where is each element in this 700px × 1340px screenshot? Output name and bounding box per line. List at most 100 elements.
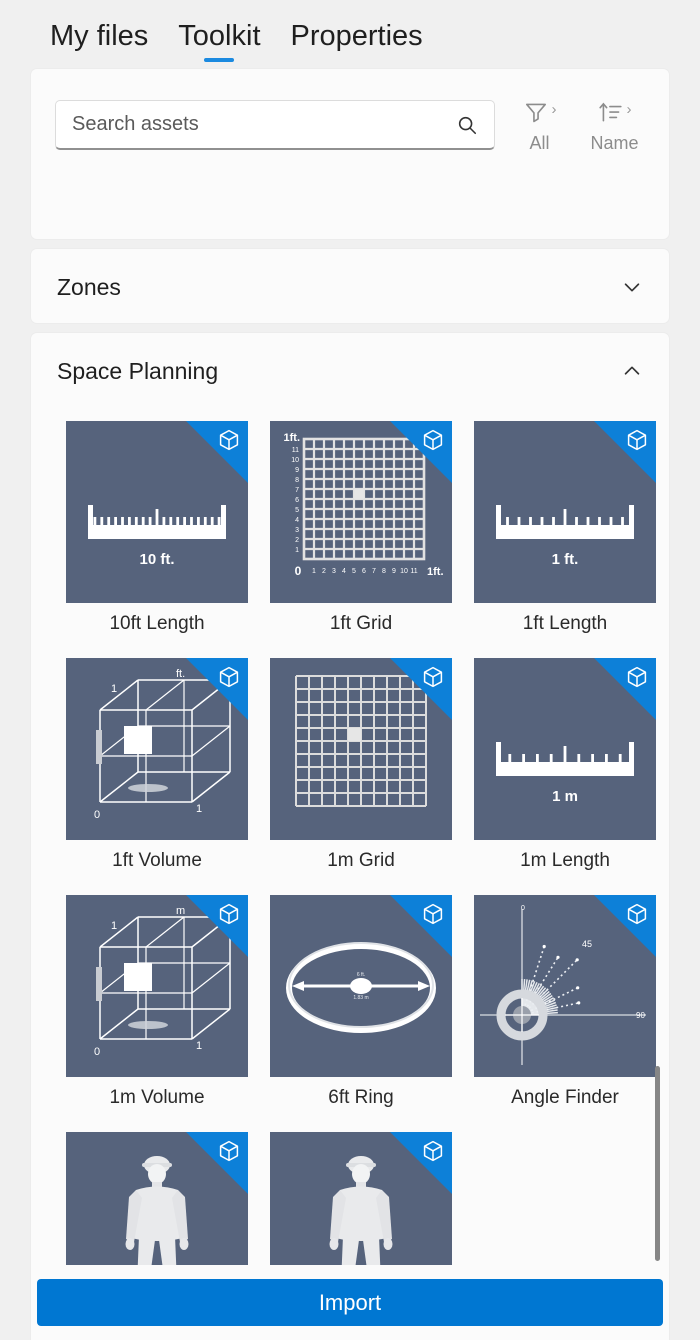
tab-properties[interactable]: Properties xyxy=(291,18,423,68)
svg-text:11: 11 xyxy=(410,568,417,575)
svg-text:5: 5 xyxy=(352,568,356,575)
tab-my-files[interactable]: My files xyxy=(50,18,148,68)
asset-tile[interactable]: 10 ft. 10ft Length xyxy=(66,421,248,636)
svg-text:0: 0 xyxy=(94,809,100,821)
cube-3d-icon xyxy=(627,429,647,451)
asset-grid: 10 ft. 10ft Length 1ft. 1ft. 0 1 2 3 4 5 6 7 8 9 10 11 1… xyxy=(31,421,669,1272)
import-button[interactable]: Import xyxy=(37,1279,663,1326)
svg-text:0: 0 xyxy=(94,1046,100,1058)
asset-thumbnail[interactable] xyxy=(270,658,452,840)
svg-text:7: 7 xyxy=(372,568,376,575)
asset-thumbnail[interactable]: 1 m 0 1 xyxy=(66,895,248,1077)
sort-label: Name xyxy=(590,133,639,153)
search-box[interactable] xyxy=(55,100,495,150)
section-space-planning-header[interactable]: Space Planning xyxy=(31,333,669,409)
cube-3d-icon xyxy=(219,429,239,451)
asset-thumbnail[interactable] xyxy=(66,1132,248,1272)
asset-tile[interactable]: 1ft. 1ft. 0 1 2 3 4 5 6 7 8 9 10 11 1 2 3 4 5 6 7 8 9 10 11 1ft G… xyxy=(270,421,452,636)
cube-3d-icon xyxy=(423,1140,443,1162)
svg-text:1.83 m: 1.83 m xyxy=(353,995,368,1001)
svg-text:4: 4 xyxy=(342,568,346,575)
asset-label: 1m Grid xyxy=(327,850,395,871)
asset-thumbnail[interactable]: 6 ft. 1.83 m xyxy=(270,895,452,1077)
svg-text:3: 3 xyxy=(332,568,336,575)
asset-label: Angle Finder xyxy=(511,1087,619,1108)
tab-toolkit[interactable]: Toolkit xyxy=(178,18,261,68)
svg-text:1ft.: 1ft. xyxy=(284,432,301,444)
svg-text:1: 1 xyxy=(196,1040,202,1052)
svg-text:0: 0 xyxy=(295,564,302,578)
asset-thumbnail[interactable]: 1 ft. 0 1 xyxy=(66,658,248,840)
asset-grid-scrollbar[interactable] xyxy=(652,421,662,1261)
svg-text:90: 90 xyxy=(636,1011,645,1020)
asset-thumbnail[interactable]: 0 45 90 xyxy=(474,895,656,1077)
cube-3d-icon xyxy=(219,666,239,688)
search-icon xyxy=(458,116,477,134)
tab-label: My files xyxy=(50,20,149,52)
svg-text:1ft.: 1ft. xyxy=(427,566,444,578)
asset-tile[interactable]: 0 45 90 Angle Finder xyxy=(474,895,656,1110)
filter-glyph-row: › xyxy=(509,96,570,128)
svg-text:0: 0 xyxy=(521,905,525,912)
filter-funnel-icon xyxy=(525,103,546,123)
svg-text:5: 5 xyxy=(295,507,299,514)
section-space-planning-title: Space Planning xyxy=(57,357,219,384)
sort-button[interactable]: › Name xyxy=(584,96,645,154)
left-gutter xyxy=(0,68,30,1340)
svg-text:7: 7 xyxy=(295,487,299,494)
chevron-up-icon[interactable] xyxy=(621,360,643,382)
svg-text:2: 2 xyxy=(295,537,299,544)
asset-tile[interactable]: 1 ft. 0 1 1ft Volume xyxy=(66,658,248,873)
asset-thumbnail[interactable]: 10 ft. xyxy=(66,421,248,603)
cube-3d-icon xyxy=(627,666,647,688)
section-zones[interactable]: Zones xyxy=(30,248,670,324)
svg-text:6: 6 xyxy=(362,568,366,575)
svg-text:1 ft.: 1 ft. xyxy=(552,551,579,568)
section-space-planning[interactable]: Space Planning xyxy=(30,332,670,409)
asset-label: 1ft Grid xyxy=(329,613,393,634)
tab-label: Toolkit xyxy=(178,20,261,52)
asset-tile[interactable]: 1 ft. 1ft Length xyxy=(474,421,656,636)
svg-text:8: 8 xyxy=(382,568,386,575)
asset-tile[interactable]: 6 ft. 1.83 m 6ft Ring xyxy=(270,895,452,1110)
filter-caret-icon: › xyxy=(551,100,557,118)
search-panel: › All › Name xyxy=(30,68,670,240)
svg-text:4: 4 xyxy=(295,517,299,524)
svg-text:1: 1 xyxy=(111,683,117,695)
asset-thumbnail[interactable]: 1 ft. xyxy=(474,421,656,603)
filter-button[interactable]: › All xyxy=(509,96,570,154)
asset-tile[interactable]: 1m Grid xyxy=(270,658,452,873)
cube-3d-icon xyxy=(423,903,443,925)
svg-text:m: m xyxy=(176,905,185,917)
asset-tile[interactable]: 1 m 0 1 1m Volume xyxy=(66,895,248,1110)
svg-text:1: 1 xyxy=(295,547,299,554)
footer-bar: Import xyxy=(30,1265,670,1340)
scrollbar-thumb[interactable] xyxy=(655,1066,660,1261)
asset-grid-panel: 10 ft. 10ft Length 1ft. 1ft. 0 1 2 3 4 5 6 7 8 9 10 11 1… xyxy=(30,409,670,1273)
section-zones-title: Zones xyxy=(57,273,121,300)
search-input[interactable] xyxy=(72,113,456,136)
svg-text:8: 8 xyxy=(295,477,299,484)
sort-ascending-icon xyxy=(598,102,622,122)
sort-glyph-row: › xyxy=(584,96,645,128)
asset-toolkit-panel: My files Toolkit Properties Search asset… xyxy=(0,0,700,1340)
asset-tile[interactable]: Worker 01 Standing xyxy=(66,1132,248,1272)
search-row: › All › Name xyxy=(55,96,645,154)
asset-label: 1m Volume xyxy=(109,1087,205,1108)
section-zones-header[interactable]: Zones xyxy=(31,249,669,325)
chevron-down-icon[interactable] xyxy=(621,276,643,298)
asset-label: 6ft Ring xyxy=(328,1087,394,1108)
filter-label: All xyxy=(529,133,550,153)
cube-3d-icon xyxy=(219,1140,239,1162)
asset-tile[interactable]: 1 m 1m Length xyxy=(474,658,656,873)
asset-thumbnail[interactable]: 1ft. 1ft. 0 1 2 3 4 5 6 7 8 9 10 11 1 2 3 4 5 6 7 8 9 10 11 xyxy=(270,421,452,603)
svg-text:1: 1 xyxy=(312,568,316,575)
asset-thumbnail[interactable] xyxy=(270,1132,452,1272)
sort-caret-icon: › xyxy=(626,100,632,118)
cube-3d-icon xyxy=(423,666,443,688)
active-tab-underline xyxy=(204,58,235,62)
svg-text:11: 11 xyxy=(292,447,299,454)
asset-tile[interactable]: Worker 02 Standing xyxy=(270,1132,452,1272)
asset-thumbnail[interactable]: 1 m xyxy=(474,658,656,840)
asset-label: 1ft Length xyxy=(522,613,608,634)
